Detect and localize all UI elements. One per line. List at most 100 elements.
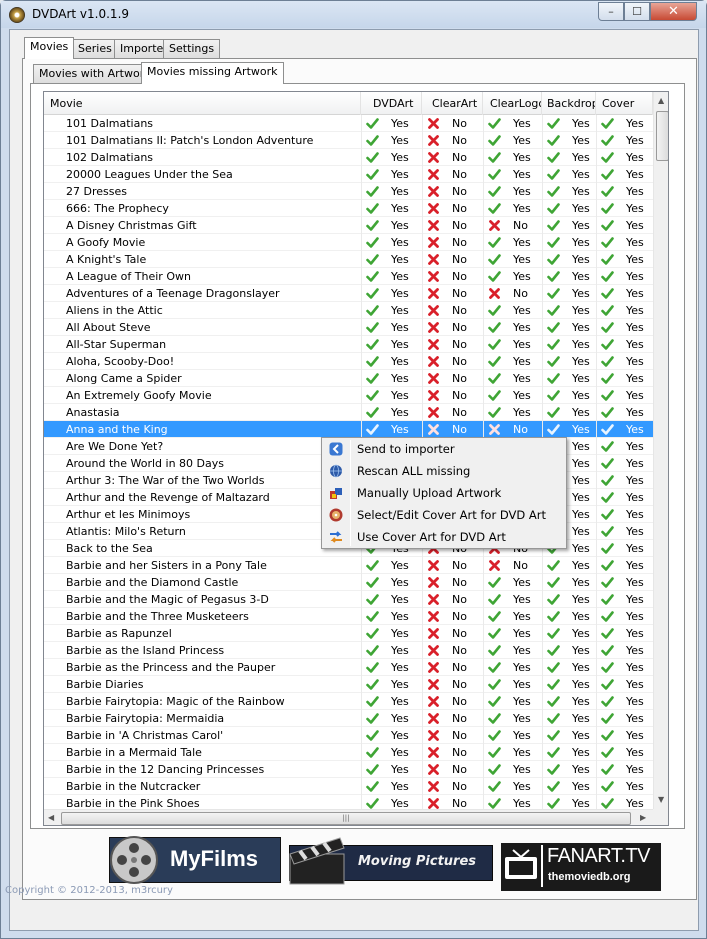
checkmark-icon: [601, 270, 614, 283]
status-text: Yes: [626, 116, 644, 130]
table-row[interactable]: 101 Dalmatians Yes No Yes Yes Yes: [44, 114, 653, 132]
cover-cell: Yes: [596, 454, 653, 472]
table-row[interactable]: 666: The Prophecy Yes No Yes Yes Yes: [44, 199, 653, 217]
column-header-dvdart[interactable]: DVDArt: [361, 92, 422, 115]
status-text: Yes: [513, 269, 531, 283]
menu-item-send-to-importer[interactable]: Send to importer: [322, 438, 566, 460]
title-bar: DVDArt v1.0.1.9 – ☐ ✕: [1, 1, 706, 28]
checkmark-icon: [366, 780, 379, 793]
table-row[interactable]: Barbie in the 12 Dancing Princesses Yes No…: [44, 760, 653, 778]
table-row[interactable]: A Knight's Tale Yes No Yes Yes Yes: [44, 250, 653, 268]
checkmark-icon: [488, 185, 501, 198]
column-header-movie[interactable]: Movie: [44, 92, 361, 115]
clearart-cell: No: [422, 760, 483, 778]
column-header-clearart[interactable]: ClearArt: [422, 92, 483, 115]
movie-title-cell: All About Steve: [66, 320, 151, 334]
table-row[interactable]: Along Came a Spider Yes No Yes Yes Yes: [44, 369, 653, 387]
table-row[interactable]: Barbie and the Diamond Castle Yes No Yes Yes…: [44, 573, 653, 591]
checkmark-icon: [366, 746, 379, 759]
scroll-up-icon[interactable]: ▲: [658, 96, 664, 105]
checkmark-icon: [601, 525, 614, 538]
table-row[interactable]: Barbie Diaries Yes No Yes Yes Yes: [44, 675, 653, 693]
table-row[interactable]: 102 Dalmatians Yes No Yes Yes Yes: [44, 148, 653, 166]
vertical-scroll-thumb[interactable]: [656, 111, 668, 161]
checkmark-icon: [488, 202, 501, 215]
subtab-movies-missing-artwork[interactable]: Movies missing Artwork: [141, 62, 284, 84]
tab-movies[interactable]: Movies: [24, 37, 75, 59]
menu-item-manually-upload-artwork[interactable]: Manually Upload Artwork: [322, 482, 566, 504]
status-text: Yes: [513, 779, 531, 793]
table-row[interactable]: Barbie as the Princess and the Pauper Yes…: [44, 658, 653, 676]
column-header-clearlogo[interactable]: ClearLogo: [483, 92, 542, 115]
column-header-cover[interactable]: Cover: [596, 92, 653, 115]
status-text: Yes: [626, 388, 644, 402]
maximize-button[interactable]: ☐: [624, 2, 650, 21]
status-text: Yes: [626, 439, 644, 453]
menu-item-select-edit-cover-art[interactable]: Select/Edit Cover Art for DVD Art: [322, 504, 566, 526]
backdrop-cell: Yes: [542, 114, 596, 132]
table-row[interactable]: Aliens in the Attic Yes No Yes Yes Yes: [44, 301, 653, 319]
table-row[interactable]: A League of Their Own Yes No Yes Yes Yes: [44, 267, 653, 285]
table-row-selected[interactable]: Anna and the King Yes No No Yes Yes: [44, 420, 653, 438]
backdrop-cell: Yes: [542, 233, 596, 251]
table-row[interactable]: Barbie and the Three Musketeers Yes No Yes Y…: [44, 607, 653, 625]
status-text: Yes: [626, 269, 644, 283]
table-row[interactable]: Barbie in the Nutcracker Yes No Yes Yes Yes: [44, 777, 653, 795]
status-text: Yes: [391, 201, 409, 215]
table-row[interactable]: All-Star Superman Yes No Yes Yes Yes: [44, 335, 653, 353]
clearart-cell: No: [422, 335, 483, 353]
scroll-down-icon[interactable]: ▼: [658, 795, 664, 804]
myfilms-logo: MyFilms: [109, 836, 281, 884]
table-row[interactable]: Barbie and her Sisters in a Pony Tale Yes…: [44, 556, 653, 574]
movie-title-cell: Barbie in the 12 Dancing Princesses: [66, 762, 265, 776]
table-row[interactable]: Adventures of a Teenage Dragonslayer Yes N…: [44, 284, 653, 302]
table-row[interactable]: A Goofy Movie Yes No Yes Yes Yes: [44, 233, 653, 251]
table-row[interactable]: Barbie in 'A Christmas Carol' Yes No Yes Yes…: [44, 726, 653, 744]
vertical-scrollbar[interactable]: ▲ ▼: [653, 92, 668, 809]
status-text: Yes: [572, 303, 590, 317]
table-row[interactable]: All About Steve Yes No Yes Yes Yes: [44, 318, 653, 336]
table-row[interactable]: A Disney Christmas Gift Yes No No Yes Yes: [44, 216, 653, 234]
checkmark-icon: [488, 355, 501, 368]
table-row[interactable]: Aloha, Scooby-Doo! Yes No Yes Yes Yes: [44, 352, 653, 370]
status-text: Yes: [391, 150, 409, 164]
checkmark-icon: [547, 151, 560, 164]
menu-item-use-cover-art[interactable]: Use Cover Art for DVD Art: [322, 526, 566, 548]
subtab-movies-with-artwork[interactable]: Movies with Artwork: [33, 64, 157, 84]
table-row[interactable]: Barbie Fairytopia: Magic of the Rainbow Y…: [44, 692, 653, 710]
status-text: Yes: [626, 218, 644, 232]
context-menu: Send to importer Rescan ALL missing Manu…: [321, 437, 567, 549]
cross-icon: [427, 695, 440, 708]
menu-item-rescan-all-missing[interactable]: Rescan ALL missing: [322, 460, 566, 482]
table-row[interactable]: 101 Dalmatians II: Patch's London Advent…: [44, 131, 653, 149]
status-text: Yes: [572, 218, 590, 232]
status-text: Yes: [391, 218, 409, 232]
minimize-button[interactable]: –: [598, 2, 624, 21]
table-row[interactable]: Barbie as the Island Princess Yes No Yes Yes…: [44, 641, 653, 659]
tab-settings[interactable]: Settings: [163, 39, 221, 59]
clearlogo-cell: Yes: [483, 624, 542, 642]
column-header-backdrop[interactable]: Backdrop: [542, 92, 596, 115]
status-text: No: [452, 354, 467, 368]
checkmark-icon: [547, 661, 560, 674]
tmdb-text: themoviedb.org: [548, 871, 631, 883]
table-row[interactable]: 27 Dresses Yes No Yes Yes Yes: [44, 182, 653, 200]
table-row[interactable]: 20000 Leagues Under the Sea Yes No Yes Yes Ye…: [44, 165, 653, 183]
table-row[interactable]: Barbie Fairytopia: Mermaidia Yes No Yes Yes Y…: [44, 709, 653, 727]
table-row[interactable]: Anastasia Yes No Yes Yes Yes: [44, 403, 653, 421]
status-text: Yes: [391, 286, 409, 300]
scroll-left-icon[interactable]: ◀: [48, 813, 54, 822]
movie-title-cell: Adventures of a Teenage Dragonslayer: [66, 286, 280, 300]
table-row[interactable]: An Extremely Goofy Movie Yes No Yes Yes Yes: [44, 386, 653, 404]
cover-cell: Yes: [596, 131, 653, 149]
tab-series[interactable]: Series: [72, 39, 118, 59]
status-text: Yes: [572, 711, 590, 725]
status-text: No: [513, 558, 528, 572]
table-row[interactable]: Barbie and the Magic of Pegasus 3-D Yes No…: [44, 590, 653, 608]
table-row[interactable]: Barbie in a Mermaid Tale Yes No Yes Yes Yes: [44, 743, 653, 761]
close-button[interactable]: ✕: [650, 2, 697, 21]
backdrop-cell: Yes: [542, 726, 596, 744]
upload-icon: [329, 486, 343, 500]
table-row[interactable]: Barbie as Rapunzel Yes No Yes Yes Yes: [44, 624, 653, 642]
convert-icon: [329, 530, 343, 544]
